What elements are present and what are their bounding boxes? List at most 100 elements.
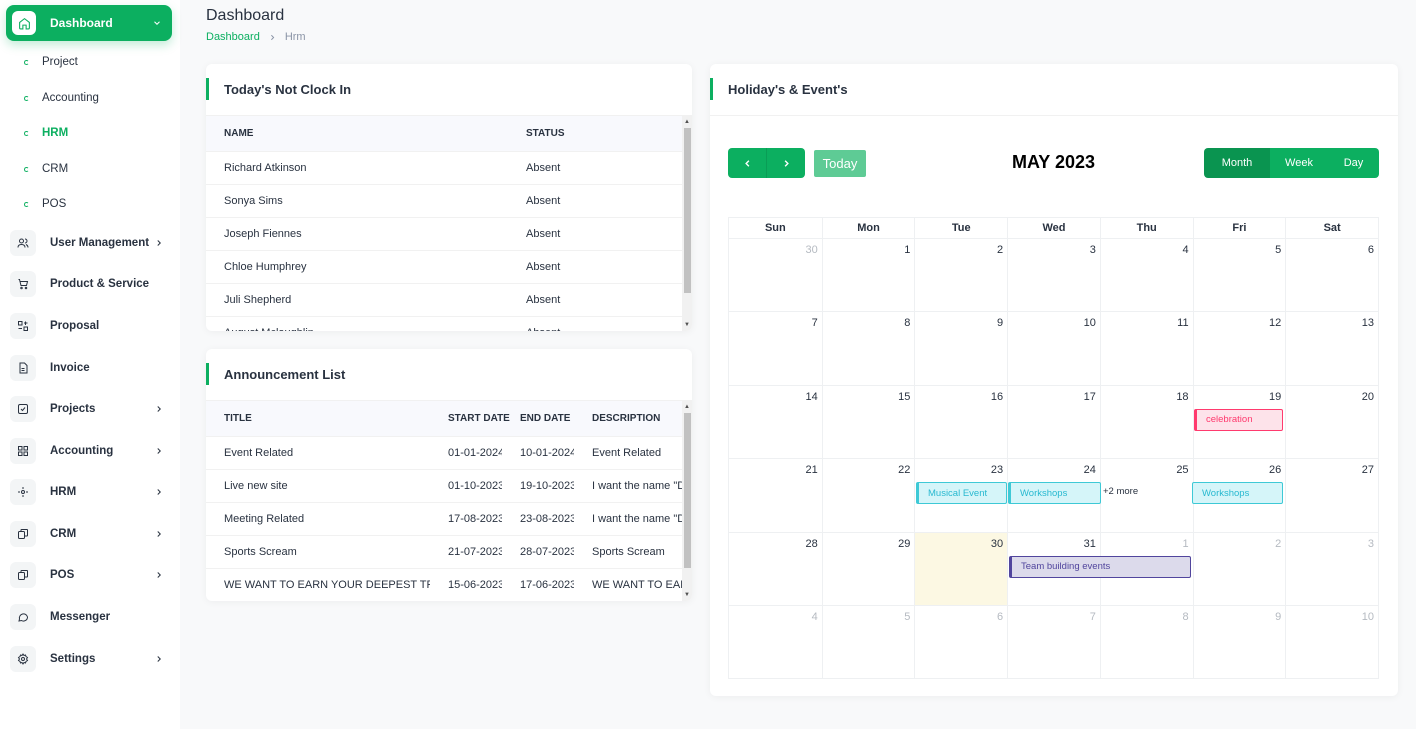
sidebar-item-invoice[interactable]: Invoice	[10, 354, 170, 382]
calendar-day[interactable]: 9	[1192, 605, 1286, 679]
event-musical[interactable]: Musical Event	[916, 482, 1007, 505]
calendar-day[interactable]: 15	[821, 385, 915, 459]
calendar-day[interactable]: 1	[821, 239, 915, 312]
calendar-day[interactable]: 8	[821, 312, 915, 385]
sidebar-item-projects[interactable]: Projects	[10, 395, 170, 423]
card-title: Announcement List	[224, 367, 346, 382]
card-header: Announcement List	[206, 349, 692, 401]
sidebar-item-proposal[interactable]: Proposal	[10, 312, 170, 340]
calendar-day[interactable]: 10	[1007, 312, 1100, 385]
cell-description: WE WANT TO EARN	[574, 567, 692, 601]
scroll-down-icon[interactable]: ▼	[684, 592, 690, 598]
sidebar-subitem-project[interactable]: Project	[24, 52, 78, 72]
calendar-day[interactable]: 12	[1192, 312, 1286, 385]
next-month-button[interactable]	[766, 148, 805, 178]
calendar-day[interactable]: 8	[1099, 605, 1193, 679]
calendar-day[interactable]: 18	[1099, 385, 1193, 459]
scroll-up-icon[interactable]: ▲	[684, 119, 690, 125]
announcement-table-wrap[interactable]: TITLE START DATE END DATE DESCRIPTION Ev…	[206, 401, 692, 601]
calendar-day[interactable]: 11	[1099, 312, 1193, 385]
sidebar-subitem-crm[interactable]: CRM	[24, 159, 68, 179]
calendar-day[interactable]: 4	[1099, 239, 1193, 312]
calendar-day[interactable]: 10	[1285, 605, 1378, 679]
layers-icon	[10, 521, 36, 547]
sidebar-item-messenger[interactable]: Messenger	[10, 603, 170, 631]
view-day-button[interactable]: Day	[1328, 148, 1379, 178]
day-number: 8	[1182, 610, 1189, 623]
day-number: 16	[990, 390, 1004, 403]
calendar-day[interactable]: 21	[729, 459, 822, 531]
calendar-day[interactable]: 27	[1285, 459, 1378, 532]
cell-title: Sports Scream	[206, 534, 430, 568]
event-workshops[interactable]: Workshops	[1192, 482, 1283, 505]
calendar-day[interactable]: 22	[821, 459, 915, 532]
sidebar-subitem-hrm[interactable]: HRM	[24, 123, 68, 143]
day-number: 23	[990, 464, 1004, 477]
sidebar-item-accounting[interactable]: Accounting	[10, 437, 170, 465]
weekday-label: Sun	[764, 222, 786, 234]
calendar-week: 30 1 2 3 4 5 6	[728, 239, 1379, 313]
calendar-day[interactable]: 3	[1285, 532, 1378, 605]
day-number: 5	[1275, 244, 1282, 256]
vertical-scrollbar[interactable]: ▲ ▼	[682, 116, 692, 331]
view-month-button[interactable]: Month	[1204, 148, 1270, 178]
event-team-building[interactable]: Team building events	[1009, 555, 1191, 578]
calendar-day[interactable]: 5	[821, 605, 915, 679]
event-workshops[interactable]: Workshops	[1008, 482, 1101, 505]
day-number: 2	[1275, 537, 1282, 550]
not-clock-in-table-wrap[interactable]: NAME STATUS Richard Atkinson Absent Sonya…	[206, 116, 692, 331]
calendar-day[interactable]: 7	[729, 312, 822, 384]
calendar-day[interactable]: 20	[1285, 385, 1378, 459]
sidebar-item-settings[interactable]: Settings	[10, 645, 170, 673]
not-clock-in-table: NAME STATUS Richard Atkinson Absent Sonya…	[206, 116, 692, 331]
calendar-day[interactable]: 14	[729, 386, 822, 458]
vertical-scrollbar[interactable]: ▲ ▼	[682, 401, 692, 601]
calendar-day[interactable]: 6	[1285, 239, 1378, 312]
table-row: Juli Shepherd Absent	[206, 282, 692, 316]
scrollbar-thumb[interactable]	[684, 413, 691, 568]
more-events-link[interactable]: +2 more	[1103, 486, 1138, 497]
calendar-day[interactable]: 6	[914, 605, 1007, 679]
calendar-day[interactable]: 16	[914, 385, 1007, 459]
calendar-day[interactable]: 7	[1007, 605, 1100, 679]
calendar-day[interactable]: 4	[729, 606, 822, 678]
card-accent-bar	[206, 363, 209, 385]
calendar-day[interactable]: 2	[914, 239, 1007, 312]
day-number: 24	[1083, 464, 1096, 477]
day-number: 5	[904, 610, 911, 623]
calendar-day[interactable]: 17	[1007, 385, 1100, 459]
sidebar-item-pos[interactable]: POS	[10, 561, 170, 589]
sidebar-item-user-management[interactable]: User Management	[10, 229, 170, 257]
day-number: 15	[898, 390, 911, 403]
calendar-day[interactable]: 5	[1192, 239, 1286, 312]
sidebar-item-hrm[interactable]: HRM	[10, 478, 170, 506]
card-accent-bar	[710, 78, 713, 100]
calendar-day[interactable]: 3	[1007, 239, 1100, 312]
breadcrumb-dashboard-link[interactable]: Dashboard	[206, 31, 260, 43]
sidebar-subitem-pos[interactable]: POS	[24, 194, 66, 214]
prev-month-button[interactable]	[728, 148, 766, 178]
view-week-button[interactable]: Week	[1270, 148, 1328, 178]
calendar-day[interactable]: 13	[1285, 312, 1378, 385]
bullet-icon	[24, 166, 29, 172]
home-icon	[12, 11, 36, 35]
calendar-day[interactable]: 28	[729, 533, 822, 605]
sidebar-subitem-accounting[interactable]: Accounting	[24, 88, 99, 108]
cell-title: Live new site	[206, 468, 430, 502]
calendar-day[interactable]: 2	[1192, 532, 1286, 605]
today-button[interactable]: Today	[814, 150, 866, 177]
scroll-down-icon[interactable]: ▼	[684, 322, 690, 328]
sidebar-item-dashboard[interactable]: Dashboard	[6, 5, 172, 41]
event-celebration[interactable]: celebration	[1194, 408, 1283, 431]
cell-status: Absent	[508, 150, 692, 184]
calendar-day[interactable]: 30	[729, 239, 822, 311]
scrollbar-thumb[interactable]	[684, 128, 691, 293]
cell-name: Sonya Sims	[206, 183, 508, 217]
calendar-day-today[interactable]: 30	[914, 532, 1008, 605]
sidebar-item-product-service[interactable]: Product & Service	[10, 270, 170, 298]
cell-status: Absent	[508, 216, 692, 250]
calendar-day[interactable]: 9	[914, 312, 1007, 385]
calendar-day[interactable]: 29	[821, 532, 915, 605]
sidebar-item-crm[interactable]: CRM	[10, 520, 170, 548]
scroll-up-icon[interactable]: ▲	[684, 404, 690, 410]
